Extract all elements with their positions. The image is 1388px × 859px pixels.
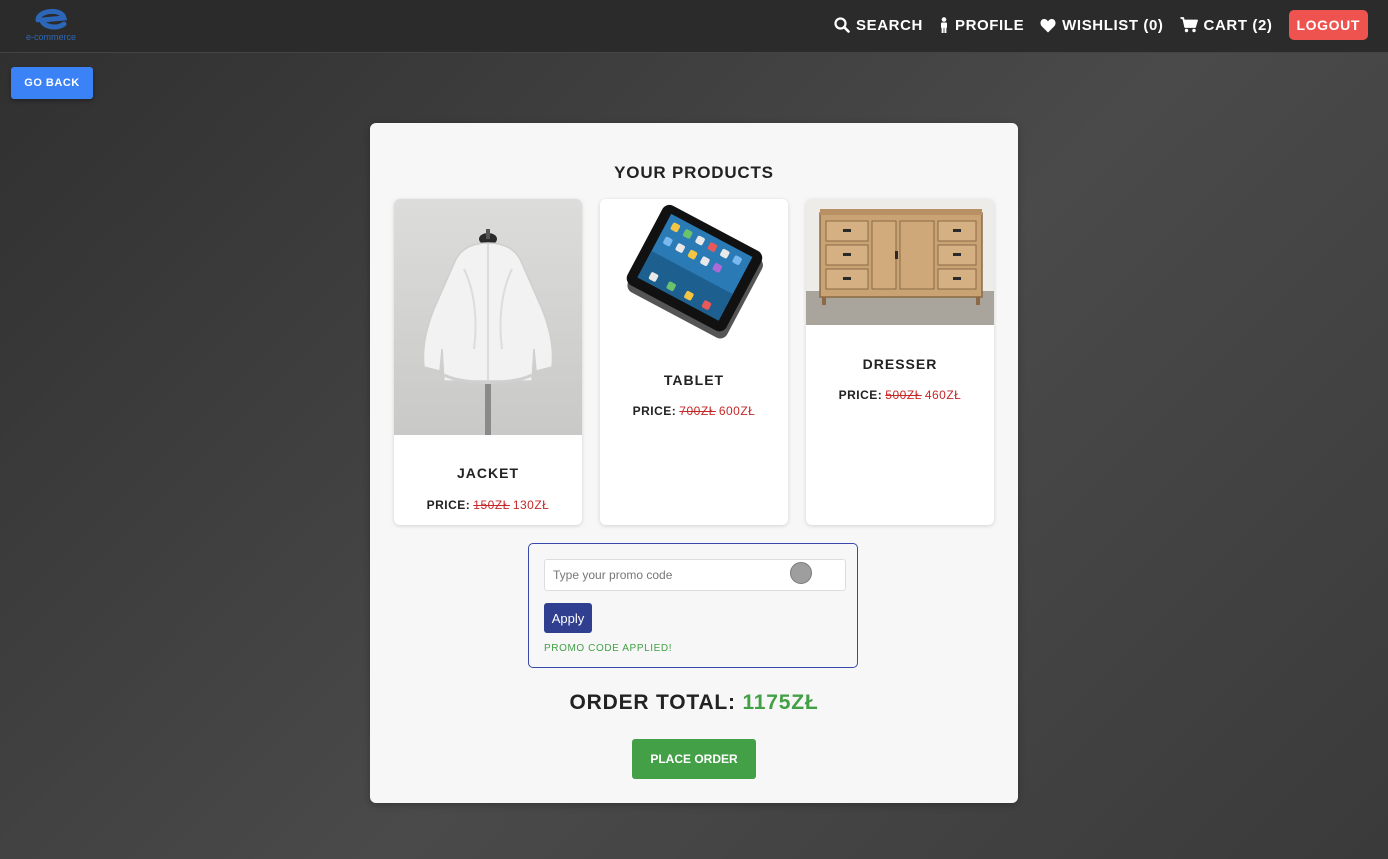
dresser-image bbox=[806, 199, 994, 325]
new-price: 460ZŁ bbox=[924, 388, 962, 402]
nav-wishlist-link[interactable]: WISHLIST (0) bbox=[1040, 17, 1163, 34]
white-jacket-image bbox=[394, 199, 582, 435]
product-card-tablet[interactable]: TABLET PRICE: 700ZŁ 600ZŁ bbox=[600, 199, 788, 525]
price-label: PRICE: bbox=[426, 498, 471, 512]
go-back-button[interactable]: GO BACK bbox=[11, 67, 93, 99]
product-name: DRESSER bbox=[862, 356, 938, 372]
nav-search-label: SEARCH bbox=[856, 16, 923, 34]
promo-code-box: Apply PROMO CODE APPLIED! bbox=[528, 543, 858, 668]
product-card-dresser[interactable]: DRESSER PRICE: 500ZŁ 460ZŁ bbox=[806, 199, 994, 525]
logout-button[interactable]: LOGOUT bbox=[1288, 10, 1368, 40]
order-total-value: 1175ZŁ bbox=[742, 691, 819, 714]
order-total: ORDER TOTAL: 1175ZŁ bbox=[370, 691, 1018, 715]
product-card-jacket[interactable]: JACKET PRICE: 150ZŁ 130ZŁ bbox=[394, 199, 582, 525]
nav-wishlist-label: WISHLIST (0) bbox=[1062, 16, 1164, 34]
search-icon bbox=[834, 17, 850, 33]
apply-promo-button[interactable]: Apply bbox=[544, 603, 592, 633]
new-price: 600ZŁ bbox=[718, 404, 756, 418]
old-price: 150ZŁ bbox=[473, 498, 510, 512]
new-price: 130ZŁ bbox=[512, 498, 550, 512]
logo-text: e-commerce bbox=[25, 32, 76, 42]
checkout-panel: YOUR PRODUCTS JACKET PRICE:150ZŁ130ZŁ bbox=[370, 123, 1018, 803]
person-icon bbox=[940, 17, 947, 33]
nav-cart-label: CART (2) bbox=[1203, 16, 1273, 34]
price-label: PRICE: bbox=[632, 404, 677, 418]
product-price: PRICE: 150ZŁ 130ZŁ bbox=[394, 498, 582, 512]
heart-icon bbox=[1040, 18, 1056, 32]
product-price: PRICE: 700ZŁ 600ZŁ bbox=[600, 404, 788, 418]
cart-icon bbox=[1180, 17, 1198, 33]
top-navbar: e-commerce SEARCH PROFILE WISHLIST (0) C… bbox=[0, 0, 1388, 53]
site-logo[interactable]: e-commerce bbox=[18, 4, 84, 44]
nav-profile-link[interactable]: PROFILE bbox=[939, 17, 1024, 34]
nav-search-link[interactable]: SEARCH bbox=[834, 17, 923, 34]
product-name: TABLET bbox=[663, 372, 725, 388]
nav-profile-label: PROFILE bbox=[954, 16, 1025, 34]
product-name: JACKET bbox=[456, 465, 519, 481]
nav-links: SEARCH PROFILE WISHLIST (0) CART (2) LOG… bbox=[818, 9, 1368, 41]
tablet-image bbox=[600, 199, 788, 344]
loading-spinner-icon bbox=[790, 562, 812, 584]
order-total-label: ORDER TOTAL: bbox=[569, 691, 736, 714]
old-price: 700ZŁ bbox=[679, 404, 716, 418]
product-price: PRICE: 500ZŁ 460ZŁ bbox=[806, 388, 994, 402]
products-title: YOUR PRODUCTS bbox=[614, 163, 774, 182]
price-label: PRICE: bbox=[838, 388, 883, 402]
old-price: 500ZŁ bbox=[885, 388, 922, 402]
place-order-button[interactable]: PLACE ORDER bbox=[632, 739, 756, 779]
nav-cart-link[interactable]: CART (2) bbox=[1180, 17, 1273, 34]
promo-status-message: PROMO CODE APPLIED! bbox=[544, 643, 673, 654]
